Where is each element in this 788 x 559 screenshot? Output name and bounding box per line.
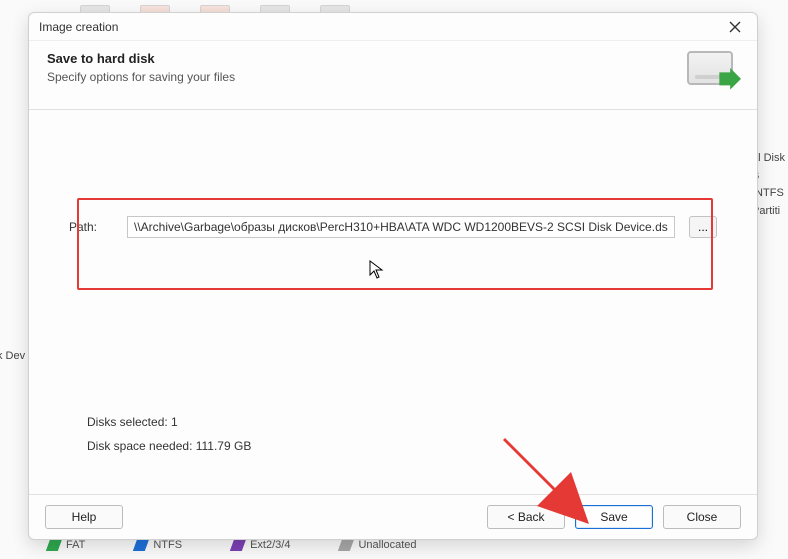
help-button[interactable]: Help xyxy=(45,505,123,529)
legend-label: Unallocated xyxy=(358,539,416,551)
space-needed: Disk space needed: 111.79 GB xyxy=(87,434,251,458)
stats-block: Disks selected: 1 Disk space needed: 111… xyxy=(87,410,251,458)
dialog-subheading: Specify options for saving your files xyxy=(47,70,675,84)
fs-legend: FAT NTFS Ext2/3/4 Unallocated xyxy=(48,539,417,551)
path-label: Path: xyxy=(69,220,113,234)
close-icon[interactable] xyxy=(721,16,749,38)
legend-label: Ext2/3/4 xyxy=(250,539,290,551)
legend-ntfs: NTFS xyxy=(135,539,182,551)
legend-ext: Ext2/3/4 xyxy=(232,539,290,551)
dialog-title: Image creation xyxy=(39,20,721,34)
dialog-header: Save to hard disk Specify options for sa… xyxy=(29,41,757,110)
dialog-heading: Save to hard disk xyxy=(47,51,675,66)
browse-button[interactable]: ... xyxy=(689,216,717,238)
image-creation-dialog: Image creation Save to hard disk Specify… xyxy=(28,12,758,540)
legend-unalloc: Unallocated xyxy=(340,539,416,551)
legend-label: NTFS xyxy=(153,539,182,551)
legend-label: FAT xyxy=(66,539,85,551)
attention-arrow-icon xyxy=(485,430,605,533)
dialog-body: Path: ... Disks selected: 1 Disk space n… xyxy=(29,110,757,494)
path-row: Path: ... xyxy=(69,216,717,238)
highlight-box xyxy=(77,198,713,290)
disks-selected: Disks selected: 1 xyxy=(87,410,251,434)
save-to-disk-icon xyxy=(687,51,739,95)
path-input[interactable] xyxy=(127,216,675,238)
titlebar: Image creation xyxy=(29,13,757,41)
dialog-footer: Help < Back Save Close xyxy=(29,494,757,539)
bg-left-peek: k Dev xyxy=(0,350,25,362)
legend-fat: FAT xyxy=(48,539,85,551)
cursor-icon xyxy=(369,260,385,283)
close-button[interactable]: Close xyxy=(663,505,741,529)
